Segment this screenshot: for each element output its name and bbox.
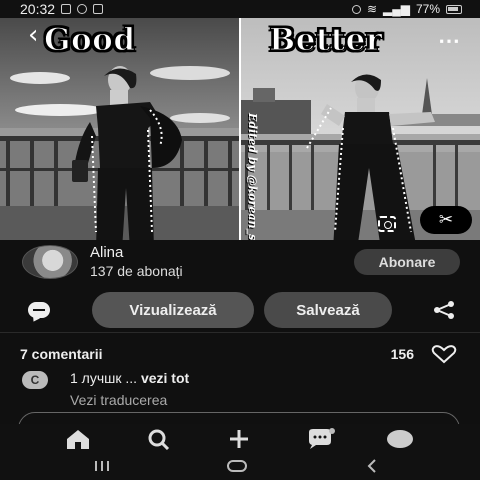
action-bar: Vizualizează Salvează — [0, 290, 480, 330]
messenger-notification-icon — [77, 4, 88, 14]
pin-panel-good: ‹ Good — [0, 18, 239, 240]
bottom-nav — [0, 424, 480, 454]
pin-image[interactable]: ‹ Good Better ⋯ Edited by @korean_style_… — [0, 18, 480, 240]
more-icon[interactable]: ⋯ — [438, 28, 460, 54]
good-title: Good — [43, 21, 136, 58]
author-text: Alina 137 de abonați — [90, 244, 183, 279]
pin-panel-better: Better ⋯ Edited by @korean_style_x ✂ — [241, 18, 480, 240]
comment-item[interactable]: C 1 лучшк ... vezi tot Vezi traducerea — [22, 370, 189, 408]
wifi-icon: ≋ — [366, 2, 377, 16]
status-left: 20:32 — [20, 1, 104, 17]
divider — [0, 332, 480, 333]
comments-count[interactable]: 7 comentarii — [20, 346, 102, 362]
author-name[interactable]: Alina — [90, 244, 183, 261]
comment-avatar[interactable]: C — [22, 371, 48, 389]
heart-icon[interactable] — [430, 344, 458, 364]
status-right: ≋ ▂▄▆ 77% — [351, 2, 462, 16]
comment-body: 1 лучшк ... vezi tot Vezi traducerea — [70, 370, 189, 408]
gallery-notification-icon — [61, 4, 72, 14]
alarm-icon — [351, 4, 361, 14]
comment-text: 1 лучшк ... vezi tot — [70, 370, 189, 386]
watermark-text: Edited by @korean_style_x — [246, 113, 259, 240]
status-time: 20:32 — [20, 1, 56, 17]
better-title: Better — [268, 21, 383, 58]
avatar[interactable] — [22, 244, 78, 279]
status-bar: 20:32 ≋ ▂▄▆ 77% — [0, 0, 480, 18]
search-icon[interactable] — [144, 428, 174, 450]
comment-content: 1 лучшк ... — [70, 370, 138, 386]
visual-search-icon[interactable] — [378, 216, 396, 232]
save-button[interactable]: Salvează — [264, 292, 392, 328]
follow-button[interactable]: Abonare — [354, 249, 460, 275]
profile-icon[interactable] — [384, 428, 416, 450]
home-icon[interactable] — [64, 428, 92, 450]
battery-icon — [446, 4, 462, 14]
follower-count: 137 de abonați — [90, 263, 183, 279]
recent-apps-icon[interactable] — [92, 458, 112, 474]
chat-icon[interactable] — [304, 428, 336, 450]
comment-icon[interactable] — [28, 302, 50, 318]
photo-notification-icon — [93, 4, 104, 14]
see-all-link[interactable]: vezi tot — [141, 370, 189, 386]
home-system-icon[interactable] — [226, 458, 248, 474]
scissors-icon[interactable]: ✂ — [420, 206, 472, 234]
view-button[interactable]: Vizualizează — [92, 292, 254, 328]
back-arrow-icon[interactable]: ‹ — [28, 20, 38, 50]
likes-count: 156 — [390, 346, 414, 362]
plus-icon[interactable] — [224, 428, 254, 450]
author-info[interactable]: Alina 137 de abonați — [22, 244, 183, 279]
translate-link[interactable]: Vezi traducerea — [70, 392, 189, 408]
battery-percent: 77% — [415, 2, 440, 16]
back-system-icon[interactable] — [364, 458, 380, 474]
signal-icon: ▂▄▆ — [383, 2, 410, 16]
share-icon[interactable] — [432, 300, 456, 320]
system-nav-bar — [0, 454, 480, 480]
